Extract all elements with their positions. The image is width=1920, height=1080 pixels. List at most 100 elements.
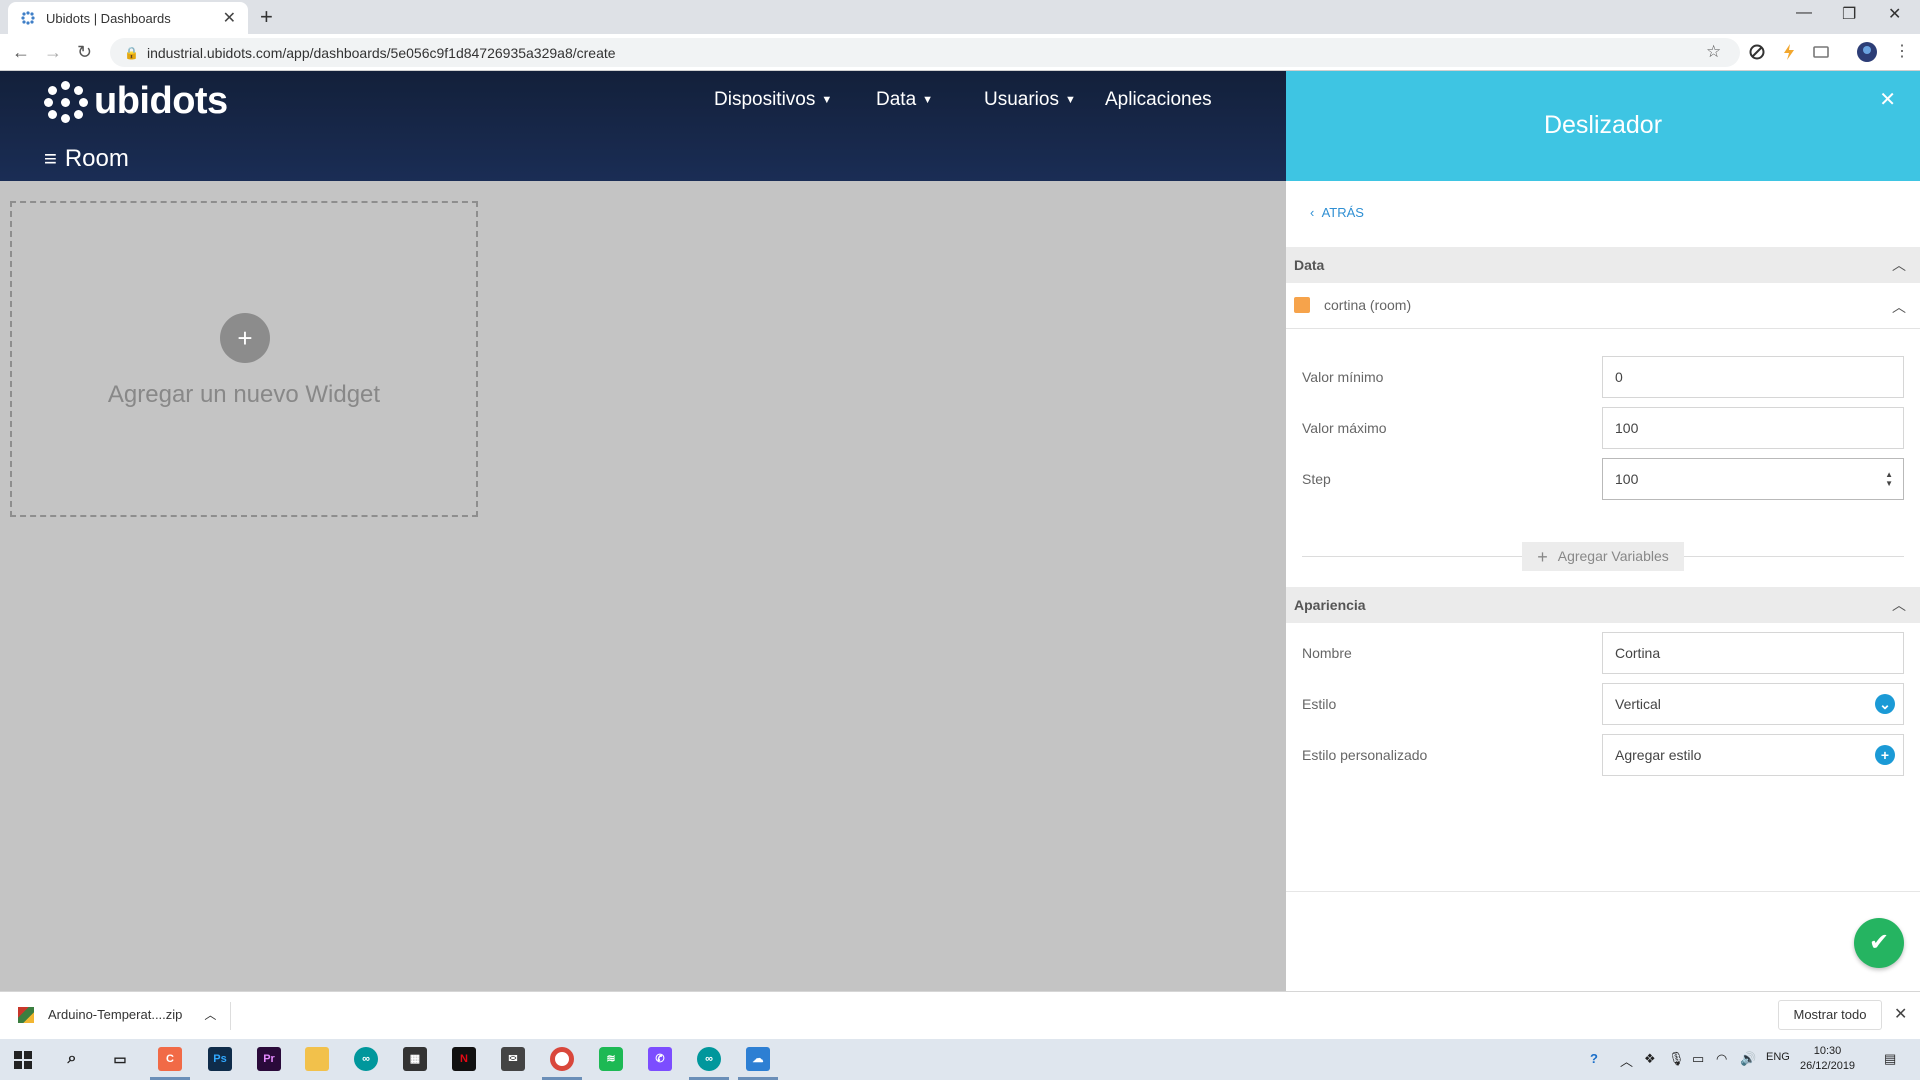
restore-icon[interactable]: ❐ bbox=[1842, 4, 1856, 24]
ubidots-logo[interactable]: ubidots bbox=[44, 79, 228, 123]
caret-down-icon: ▼ bbox=[821, 93, 833, 106]
browser-toolbar: ← → ↻ 🔒 industrial.ubidots.com/app/dashb… bbox=[0, 34, 1920, 71]
back-arrow-icon[interactable]: ← bbox=[12, 43, 30, 61]
browser-tab-bar: Ubidots | Dashboards ✕ + — ❐ ✕ bbox=[0, 0, 1920, 34]
add-widget-placeholder[interactable]: + Agregar un nuevo Widget bbox=[10, 201, 478, 517]
logo-text: ubidots bbox=[94, 79, 228, 122]
min-value-input[interactable]: 0 bbox=[1602, 356, 1904, 398]
confirm-button[interactable]: ✔ bbox=[1854, 918, 1904, 968]
variable-color-swatch bbox=[1294, 297, 1310, 313]
add-circle-icon[interactable]: + bbox=[1875, 745, 1895, 765]
file-explorer-icon[interactable] bbox=[305, 1047, 329, 1071]
arduino-icon[interactable]: ∞ bbox=[697, 1047, 721, 1071]
dashboard-title[interactable]: ≡ Room bbox=[44, 145, 129, 173]
netflix-icon[interactable]: N bbox=[452, 1047, 476, 1071]
battery-icon[interactable]: ▭ bbox=[1692, 1051, 1704, 1067]
variable-row[interactable]: cortina (room) ︿ bbox=[1286, 283, 1920, 329]
divider bbox=[230, 1002, 231, 1030]
dashboard-name: Room bbox=[64, 145, 129, 172]
wifi-icon[interactable]: ◠ bbox=[1716, 1051, 1727, 1067]
style-select[interactable]: Vertical ⌄ bbox=[1602, 683, 1904, 725]
custom-style-field[interactable]: Agregar estilo + bbox=[1602, 734, 1904, 776]
style-value: Vertical bbox=[1615, 696, 1661, 712]
close-tab-icon[interactable]: ✕ bbox=[223, 8, 236, 28]
close-panel-icon[interactable]: ✕ bbox=[1879, 87, 1896, 112]
panel-header: Deslizador ✕ bbox=[1286, 71, 1920, 181]
caret-down-icon: ▼ bbox=[922, 93, 934, 106]
name-input[interactable]: Cortina bbox=[1602, 632, 1904, 674]
help-icon[interactable]: ? bbox=[1590, 1051, 1598, 1066]
app-header: ubidots Dispositivos ▼ Data ▼ Usuarios ▼ Ap… bbox=[0, 71, 1286, 181]
name-label: Nombre bbox=[1302, 645, 1352, 661]
nav-dispositivos[interactable]: Dispositivos ▼ bbox=[714, 89, 832, 111]
show-all-button[interactable]: Mostrar todo bbox=[1778, 1000, 1882, 1030]
minimize-icon[interactable]: — bbox=[1796, 4, 1812, 22]
spotify-icon[interactable]: ≋ bbox=[599, 1047, 623, 1071]
profile-avatar-icon[interactable] bbox=[1856, 41, 1878, 63]
back-button[interactable]: ‹ ATRÁS bbox=[1310, 205, 1364, 220]
block-extension-icon[interactable] bbox=[1748, 43, 1766, 61]
windows-taskbar: ⌕ ▭ C Ps Pr ∞ ▦ N ✉ ≋ ✆ ∞ ☁ ? ︿ ❖ 🎙 ▭ ◠ … bbox=[0, 1039, 1920, 1080]
add-widget-plus-icon[interactable]: + bbox=[220, 313, 270, 363]
reload-icon[interactable]: ↻ bbox=[77, 43, 92, 61]
bolt-extension-icon[interactable] bbox=[1780, 43, 1798, 61]
bookmark-star-icon[interactable]: ☆ bbox=[1706, 43, 1721, 61]
data-section-header[interactable]: Data ︿ bbox=[1286, 247, 1920, 283]
max-value-label: Valor máximo bbox=[1302, 420, 1387, 436]
cast-extension-icon[interactable] bbox=[1812, 43, 1830, 61]
step-value: 100 bbox=[1615, 471, 1639, 487]
close-download-bar-icon[interactable]: ✕ bbox=[1894, 1004, 1907, 1024]
checkmark-icon: ✔ bbox=[1868, 929, 1890, 956]
appearance-section-header[interactable]: Apariencia ︿ bbox=[1286, 587, 1920, 623]
store-icon[interactable]: ▦ bbox=[403, 1047, 427, 1071]
zip-file-icon bbox=[18, 1006, 34, 1023]
browser-tab[interactable]: Ubidots | Dashboards ✕ bbox=[8, 2, 248, 34]
hamburger-menu-icon[interactable]: ≡ bbox=[44, 146, 57, 172]
dropbox-icon[interactable]: ❖ bbox=[1644, 1051, 1656, 1067]
chevron-down-icon[interactable]: ⌄ bbox=[1875, 694, 1895, 714]
language-indicator[interactable]: ENG bbox=[1766, 1051, 1790, 1063]
mail-icon[interactable]: ✉ bbox=[501, 1047, 525, 1071]
caret-down-icon: ▼ bbox=[1064, 93, 1076, 106]
add-variables-button[interactable]: + Agregar Variables bbox=[1522, 542, 1684, 571]
nav-data[interactable]: Data ▼ bbox=[876, 89, 933, 111]
step-input[interactable]: 100 ▲ ▼ bbox=[1602, 458, 1904, 500]
browser-menu-icon[interactable]: ⋮ bbox=[1894, 43, 1910, 61]
whatsapp-icon[interactable]: ✆ bbox=[648, 1047, 672, 1071]
cloud-app-icon[interactable]: ☁ bbox=[746, 1047, 770, 1071]
clock-time: 10:30 bbox=[1813, 1045, 1842, 1057]
clock[interactable]: 10:30 26/12/2019 bbox=[1800, 1044, 1855, 1074]
microphone-icon[interactable]: 🎙 bbox=[1668, 1051, 1685, 1067]
chevron-up-icon[interactable]: ︿ bbox=[1620, 1051, 1633, 1070]
photoshop-icon[interactable]: Ps bbox=[208, 1047, 232, 1071]
premiere-icon[interactable]: Pr bbox=[257, 1047, 281, 1071]
search-icon[interactable]: ⌕ bbox=[60, 1047, 84, 1071]
app-c-icon[interactable]: C bbox=[158, 1047, 182, 1071]
volume-icon[interactable]: 🔊 bbox=[1740, 1051, 1756, 1067]
chevron-up-icon[interactable]: ︿ bbox=[204, 1006, 216, 1023]
download-item[interactable]: Arduino-Temperat....zip ︿ bbox=[18, 1006, 216, 1023]
url-text: industrial.ubidots.com/app/dashboards/5e… bbox=[146, 44, 616, 61]
clock-date: 26/12/2019 bbox=[1800, 1060, 1856, 1072]
forward-arrow-icon[interactable]: → bbox=[44, 43, 62, 61]
lock-icon: 🔒 bbox=[124, 45, 139, 60]
max-value-input[interactable]: 100 bbox=[1602, 407, 1904, 449]
chrome-icon[interactable] bbox=[550, 1047, 574, 1071]
close-window-icon[interactable]: ✕ bbox=[1888, 4, 1901, 24]
add-variables-label: Agregar Variables bbox=[1557, 548, 1669, 564]
number-spinner-icon[interactable]: ▲ ▼ bbox=[1885, 470, 1893, 488]
windows-start-icon[interactable] bbox=[14, 1051, 32, 1069]
nav-label: Data bbox=[876, 89, 917, 110]
nav-usuarios[interactable]: Usuarios ▼ bbox=[984, 89, 1076, 111]
chevron-up-icon[interactable]: ︿ bbox=[1892, 297, 1906, 317]
nav-aplicaciones[interactable]: Aplicaciones bbox=[1105, 89, 1212, 111]
task-view-icon[interactable]: ▭ bbox=[108, 1047, 132, 1071]
tab-title: Ubidots | Dashboards bbox=[46, 10, 171, 26]
address-bar[interactable]: 🔒 industrial.ubidots.com/app/dashboards/… bbox=[110, 38, 1740, 67]
arduino-icon[interactable]: ∞ bbox=[354, 1047, 378, 1071]
back-label: ATRÁS bbox=[1321, 205, 1364, 220]
nav-label: Usuarios bbox=[984, 89, 1059, 110]
section-title: Apariencia bbox=[1294, 597, 1366, 613]
notifications-icon[interactable]: ▤ bbox=[1884, 1051, 1896, 1067]
new-tab-button[interactable]: + bbox=[260, 6, 273, 28]
